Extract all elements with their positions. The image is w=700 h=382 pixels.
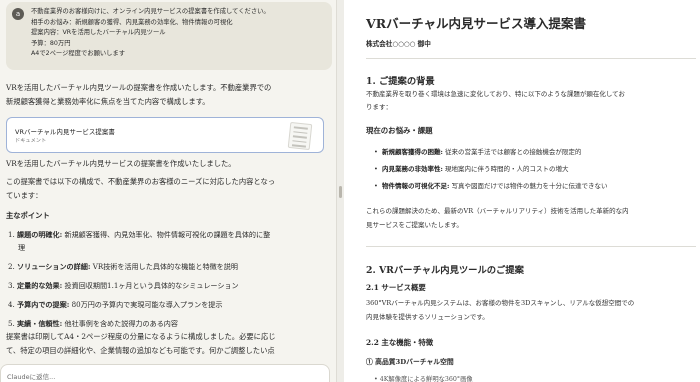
- artifact-type: ドキュメント: [15, 138, 47, 144]
- user-message-line: 相手のお悩み：新規顧客の獲得、内見業務の効率化、物件情報の可視化: [31, 18, 233, 26]
- assistant-after-card: VRを活用したバーチャル内見サービスの提案書を作成いたしました。: [6, 159, 236, 168]
- user-message-line: 予算：80万円: [31, 39, 71, 47]
- document-thumbnail-icon: [287, 121, 313, 151]
- chat-panel: a 不動産業界のお客様向けに、オンライン内見サービスの提案書を作成してください。…: [0, 0, 336, 382]
- reply-input[interactable]: Claudeに返信...: [0, 364, 330, 382]
- divider: [366, 246, 696, 247]
- points-heading: 主なポイント: [6, 211, 50, 220]
- resize-handle-icon[interactable]: [339, 186, 342, 198]
- points-list: 1. 課題の明確化: 新規顧客獲得、内見効率化、物件情報可視化の課題を具体的に整…: [8, 228, 330, 336]
- assistant-closing-line: 提案書は印刷してA4・2ページ程度の分量になるように構成しました。必要に応じ: [6, 332, 276, 341]
- paragraph-line: 360°VRバーチャル内見システムは、お客様の物件を3Dスキャンし、リアルな仮想…: [366, 299, 635, 307]
- list-item: 2. ソリューションの詳細: VR技術を活用した具体的な機能と特徴を説明: [8, 262, 238, 271]
- section-heading: 2. VRバーチャル内見ツールのご提案: [366, 265, 524, 276]
- assistant-structure-line: この提案書では以下の構成で、不動産業界のお客様のニーズに対応した内容となっ: [6, 177, 276, 186]
- reply-placeholder: Claudeに返信...: [7, 373, 56, 381]
- list-item: 1. 課題の明確化: 新規顧客獲得、内見効率化、物件情報可視化の課題を具体的に整…: [8, 230, 271, 252]
- list-item: 4. 予算内での提案: 80万円の予算内で実現可能な導入プランを提示: [8, 300, 223, 309]
- assistant-intro-line: VRを活用したバーチャル内見ツールの提案書を作成いたします。不動産業界での: [6, 83, 272, 92]
- concerns-list: 新規顧客獲得の困難: 従来の営業手法では顧客との接触機会が限定的 内見業務の非効…: [374, 148, 607, 199]
- list-item: 3. 定量的な効果: 投資回収期間1.1ヶ月という具体的なシミュレーション: [8, 281, 239, 290]
- list-item: 5. 実績・信頼性: 他社事例を含めた説得力のある内容: [8, 319, 178, 328]
- list-item: 内見業務の非効率性: 現地案内に伴う時間的・人的コストの増大: [374, 165, 607, 174]
- user-avatar: a: [12, 8, 24, 20]
- document-title: VRバーチャル内見サービス導入提案書: [366, 16, 586, 31]
- document-addressee: 株式会社○○○○ 御中: [366, 40, 431, 48]
- list-item: 新規顧客獲得の困難: 従来の営業手法では顧客との接触機会が限定的: [374, 148, 607, 157]
- paragraph-line: これらの課題解決のため、最新のVR（バーチャルリアリティ）技術を活用した革新的な…: [366, 207, 629, 215]
- subsection-heading: 現在のお悩み・課題: [366, 126, 433, 135]
- user-message: a 不動産業界のお客様向けに、オンライン内見サービスの提案書を作成してください。…: [6, 2, 332, 70]
- assistant-intro-line: 新規顧客獲得と業務効率化に焦点を当てた内容で構成します。: [6, 97, 210, 106]
- assistant-closing-line: て、特定の項目の詳細化や、企業情報の追加なども可能です。何かご調整したい点: [6, 346, 275, 355]
- feature-heading: ① 高品質3Dバーチャル空間: [366, 358, 454, 366]
- user-message-line: 不動産業界のお客様向けに、オンライン内見サービスの提案書を作成してください。: [31, 8, 270, 15]
- user-message-line: A4で2ページ程度でお願いします: [31, 50, 126, 58]
- assistant-structure-line: ています：: [6, 191, 43, 200]
- user-message-line: 提案内容：VRを活用したバーチャル内見ツール: [31, 29, 166, 37]
- subsection-heading: 2.1 サービス概要: [366, 283, 426, 292]
- list-item: 物件情報の可視化不足: 写真や図面だけでは物件の魅力を十分に伝達できない: [374, 182, 607, 191]
- divider: [366, 58, 696, 59]
- section-heading: 1. ご提案の背景: [366, 76, 435, 87]
- paragraph-line: ります：: [366, 103, 392, 111]
- feature-bullet: • 4K解像度による鮮明な360°画像: [374, 376, 473, 382]
- artifact-title: VRバーチャル内見サービス提案書: [15, 128, 115, 136]
- paragraph-line: 見サービスをご提案いたします。: [366, 221, 463, 229]
- paragraph-line: 不動産業界を取り巻く環境は急速に変化しており、特に以下のような課題が顕在化してお: [366, 90, 625, 98]
- subsection-heading: 2.2 主な機能・特徴: [366, 338, 434, 347]
- paragraph-line: 内見体験を提供するソリューションです。: [366, 313, 489, 321]
- artifact-card[interactable]: VRバーチャル内見サービス提案書 ドキュメント: [6, 117, 324, 153]
